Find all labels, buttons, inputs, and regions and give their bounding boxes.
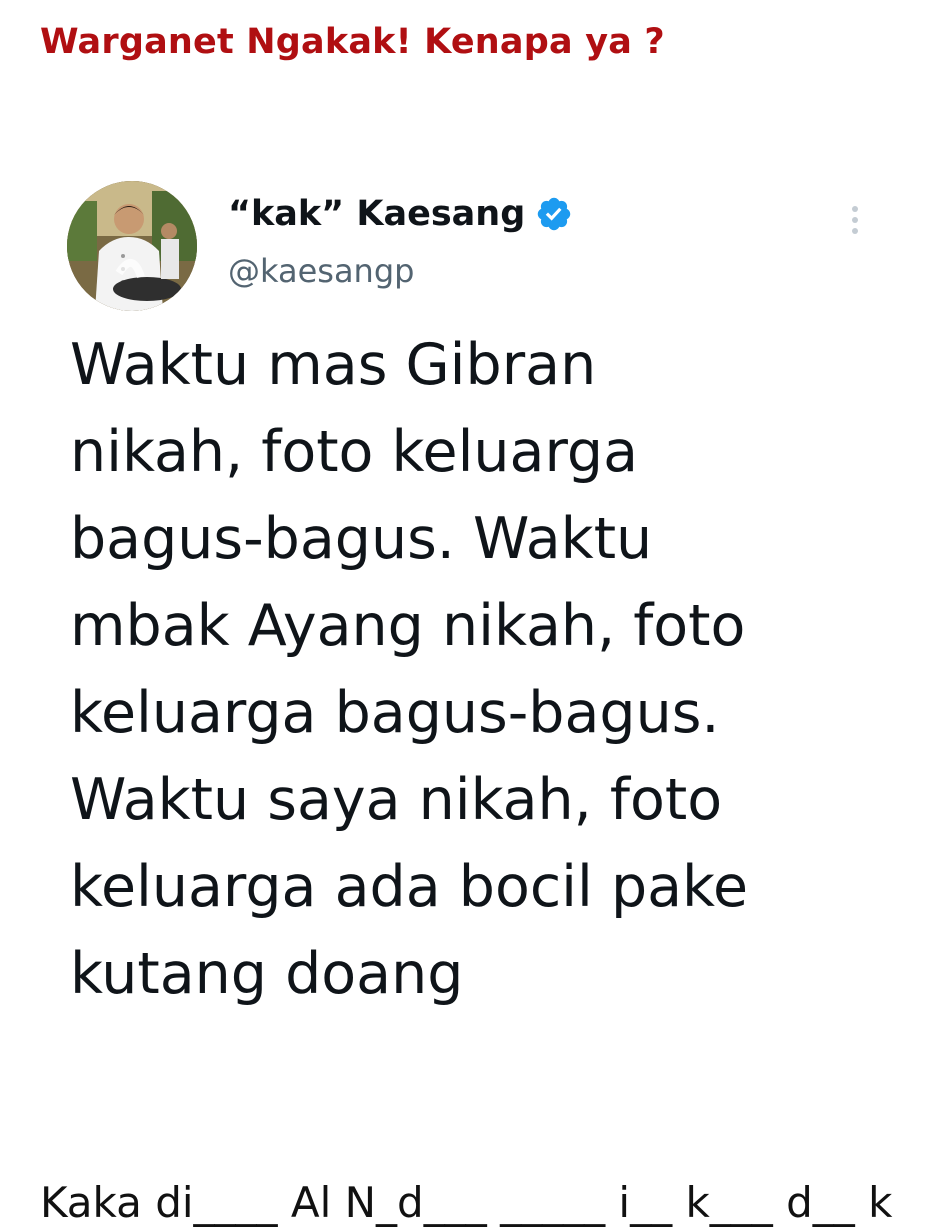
more-options-icon[interactable] [840,200,870,240]
tweet-text-line: nikah, foto keluarga [70,419,639,485]
tweet-text: Waktu mas Gibran nikah, foto keluarga ba… [70,322,830,1018]
verified-badge-icon [535,195,573,233]
tweet-text-line: keluarga ada bocil pake [70,854,749,920]
article-body-caption: Kaka di____ Al N_d___ _____ i__ k___ d__… [40,1178,893,1227]
tweet-text-line: Waktu saya nikah, foto [70,767,723,833]
article-headline: Warganet Ngakak! Kenapa ya ? [40,22,665,62]
tweet-text-line: Waktu mas Gibran [70,332,597,398]
display-name-row[interactable]: “kak” Kaesang [228,188,573,240]
profile-photo [67,181,197,311]
user-handle[interactable]: @kaesangp [228,252,414,290]
tweet-text-line: bagus-bagus. Waktu [70,506,653,572]
tweet-text-line: mbak Ayang nikah, foto [70,593,746,659]
display-name[interactable]: “kak” Kaesang [228,194,525,234]
tweet-text-line: keluarga bagus-bagus. [70,680,720,746]
tweet-text-line: kutang doang [70,941,464,1007]
avatar[interactable] [67,181,197,311]
